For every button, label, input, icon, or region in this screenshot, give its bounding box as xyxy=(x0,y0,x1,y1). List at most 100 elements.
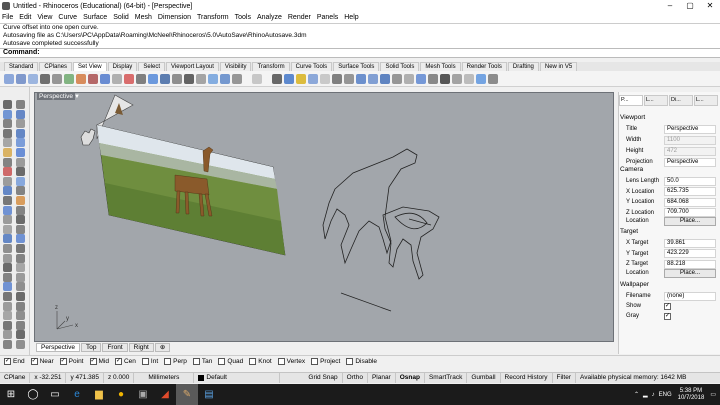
menu-render[interactable]: Render xyxy=(288,14,311,21)
volume-icon[interactable]: ♪ xyxy=(652,392,655,398)
toolbar-tool-icon[interactable] xyxy=(320,73,330,84)
toolbar-tool-icon[interactable] xyxy=(88,73,98,84)
toolbar-tool-icon[interactable] xyxy=(52,73,62,84)
toolbox-tool-icon[interactable] xyxy=(3,311,12,321)
toolbar-tab-new-in-v5[interactable]: New in V5 xyxy=(539,62,578,71)
viewport-menu-arrow-icon[interactable]: ▼ xyxy=(74,94,80,100)
toolbar-tool-icon[interactable] xyxy=(380,73,390,84)
toolbar-tab-curve-tools[interactable]: Curve Tools xyxy=(290,62,333,71)
toolbox-tool-icon[interactable] xyxy=(16,320,25,330)
viewport-tab-front[interactable]: Front xyxy=(102,343,128,352)
toolbar-tool-icon[interactable] xyxy=(124,73,134,84)
toolbox-tool-icon[interactable] xyxy=(3,100,12,109)
toolbox-tool-icon[interactable] xyxy=(16,330,25,340)
osnap-checkbox[interactable]: ✓ xyxy=(59,358,67,365)
target-place-value[interactable]: Place... xyxy=(664,268,716,278)
toggle-ortho[interactable]: Ortho xyxy=(343,373,368,383)
toolbox-tool-icon[interactable] xyxy=(16,128,25,138)
viewport-projection-value[interactable]: Perspective xyxy=(664,157,716,167)
viewport-tab-perspective[interactable]: Perspective xyxy=(36,343,80,352)
osnap-checkbox[interactable]: ✓ xyxy=(30,358,38,365)
osnap-perp[interactable]: Perp xyxy=(164,358,187,365)
osnap-cen[interactable]: ✓ Cen xyxy=(114,358,136,365)
toolbar-tool-icon[interactable] xyxy=(172,73,182,84)
osnap-checkbox[interactable] xyxy=(277,358,285,365)
osnap-checkbox[interactable] xyxy=(311,358,319,365)
toolbox-tool-icon[interactable] xyxy=(16,263,25,273)
maximize-button[interactable]: ▢ xyxy=(680,0,700,12)
toolbox-tool-icon[interactable] xyxy=(16,138,25,148)
toolbar-tool-icon[interactable] xyxy=(16,73,26,84)
toolbox-tool-icon[interactable] xyxy=(3,148,12,157)
menu-dimension[interactable]: Dimension xyxy=(158,14,191,21)
toolbox-tool-icon[interactable] xyxy=(16,109,25,119)
toolbar-tab-transform[interactable]: Transform xyxy=(252,62,290,71)
photos-icon[interactable]: ▤ xyxy=(198,384,220,405)
notifications-icon[interactable]: ▭ xyxy=(710,391,716,398)
rhino-taskbar-icon[interactable]: ✎ xyxy=(176,384,198,405)
osnap-mid[interactable]: ✓ Mid xyxy=(89,358,109,365)
toolbox-tool-icon[interactable] xyxy=(16,234,25,244)
toolbar-tool-icon[interactable] xyxy=(392,73,402,84)
toolbar-tool-icon[interactable] xyxy=(488,73,498,84)
toolbox-tool-icon[interactable] xyxy=(3,234,12,244)
osnap-checkbox[interactable]: ✓ xyxy=(4,358,11,365)
osnap-checkbox[interactable] xyxy=(249,358,257,365)
toolbar-tool-icon[interactable] xyxy=(196,73,206,84)
toolbar-tool-icon[interactable] xyxy=(464,73,474,84)
toolbar-tab-surface-tools[interactable]: Surface Tools xyxy=(333,62,380,71)
media-app-icon[interactable]: ◢ xyxy=(154,384,176,405)
toolbar-tool-icon[interactable] xyxy=(184,73,194,84)
menu-help[interactable]: Help xyxy=(344,14,358,21)
toolbar-tool-icon[interactable] xyxy=(332,73,342,84)
store-icon[interactable]: ▣ xyxy=(132,384,154,405)
wallpaper-show-checkbox[interactable]: ✓ xyxy=(664,302,671,310)
edge-browser-icon[interactable]: e xyxy=(66,384,88,405)
toolbox-tool-icon[interactable] xyxy=(16,340,25,349)
menu-view[interactable]: View xyxy=(37,14,52,21)
toolbox-tool-icon[interactable] xyxy=(3,186,12,196)
perspective-viewport[interactable]: z x y xyxy=(34,92,614,342)
osnap-disable[interactable]: Disable xyxy=(346,358,377,365)
toolbar-tool-icon[interactable] xyxy=(28,73,38,84)
viewport-tab-right[interactable]: Right xyxy=(128,343,154,352)
osnap-project[interactable]: Project xyxy=(311,358,340,365)
toolbar-tool-icon[interactable] xyxy=(356,73,366,84)
osnap-end[interactable]: ✓ End xyxy=(4,358,25,365)
osnap-checkbox[interactable]: ✓ xyxy=(89,358,97,365)
toolbox-tool-icon[interactable] xyxy=(3,128,12,138)
toolbar-tab-mesh-tools[interactable]: Mesh Tools xyxy=(420,62,461,71)
toolbox-tool-icon[interactable] xyxy=(3,282,12,292)
toolbar-tab-select[interactable]: Select xyxy=(138,62,165,71)
toolbar-tool-icon[interactable] xyxy=(344,73,354,84)
toolbox-tool-icon[interactable] xyxy=(3,320,12,330)
target-x-target-value[interactable]: 39.861 xyxy=(664,238,716,248)
toolbar-tool-icon[interactable] xyxy=(4,73,14,84)
units-label[interactable]: Millimeters xyxy=(134,373,195,383)
file-explorer-icon[interactable]: ▆ xyxy=(88,384,110,405)
viewport-tab-add[interactable]: ⊕ xyxy=(154,343,171,352)
toggle-osnap[interactable]: Osnap xyxy=(396,373,425,383)
osnap-checkbox[interactable] xyxy=(164,358,172,365)
toolbox-tool-icon[interactable] xyxy=(16,301,25,311)
giraffe-curve-outlines[interactable] xyxy=(322,148,440,312)
toolbar-tab-solid-tools[interactable]: Solid Tools xyxy=(380,62,420,71)
osnap-near[interactable]: ✓ Near xyxy=(30,358,54,365)
giraffe-picture-frame[interactable] xyxy=(96,94,286,256)
toolbar-tool-icon[interactable] xyxy=(404,73,414,84)
osnap-checkbox[interactable] xyxy=(192,358,200,365)
menu-solid[interactable]: Solid xyxy=(113,14,129,21)
toolbar-tool-icon[interactable] xyxy=(100,73,110,84)
toolbox-tool-icon[interactable] xyxy=(16,282,25,292)
toolbox-tool-icon[interactable] xyxy=(3,263,12,273)
wallpaper-filename-value[interactable]: (none) xyxy=(664,291,716,301)
toolbox-tool-icon[interactable] xyxy=(3,253,12,263)
menu-transform[interactable]: Transform xyxy=(197,14,229,21)
toggle-smarttrack[interactable]: SmartTrack xyxy=(425,373,468,383)
toolbox-tool-icon[interactable] xyxy=(16,167,25,177)
toolbar-tool-icon[interactable] xyxy=(112,73,122,84)
viewport-tab-top[interactable]: Top xyxy=(80,343,102,352)
toolbar-tab-viewport-layout[interactable]: Viewport Layout xyxy=(166,62,219,71)
cplane-label[interactable]: CPlane xyxy=(0,373,31,383)
toolbar-tab-visibility[interactable]: Visibility xyxy=(219,62,252,71)
